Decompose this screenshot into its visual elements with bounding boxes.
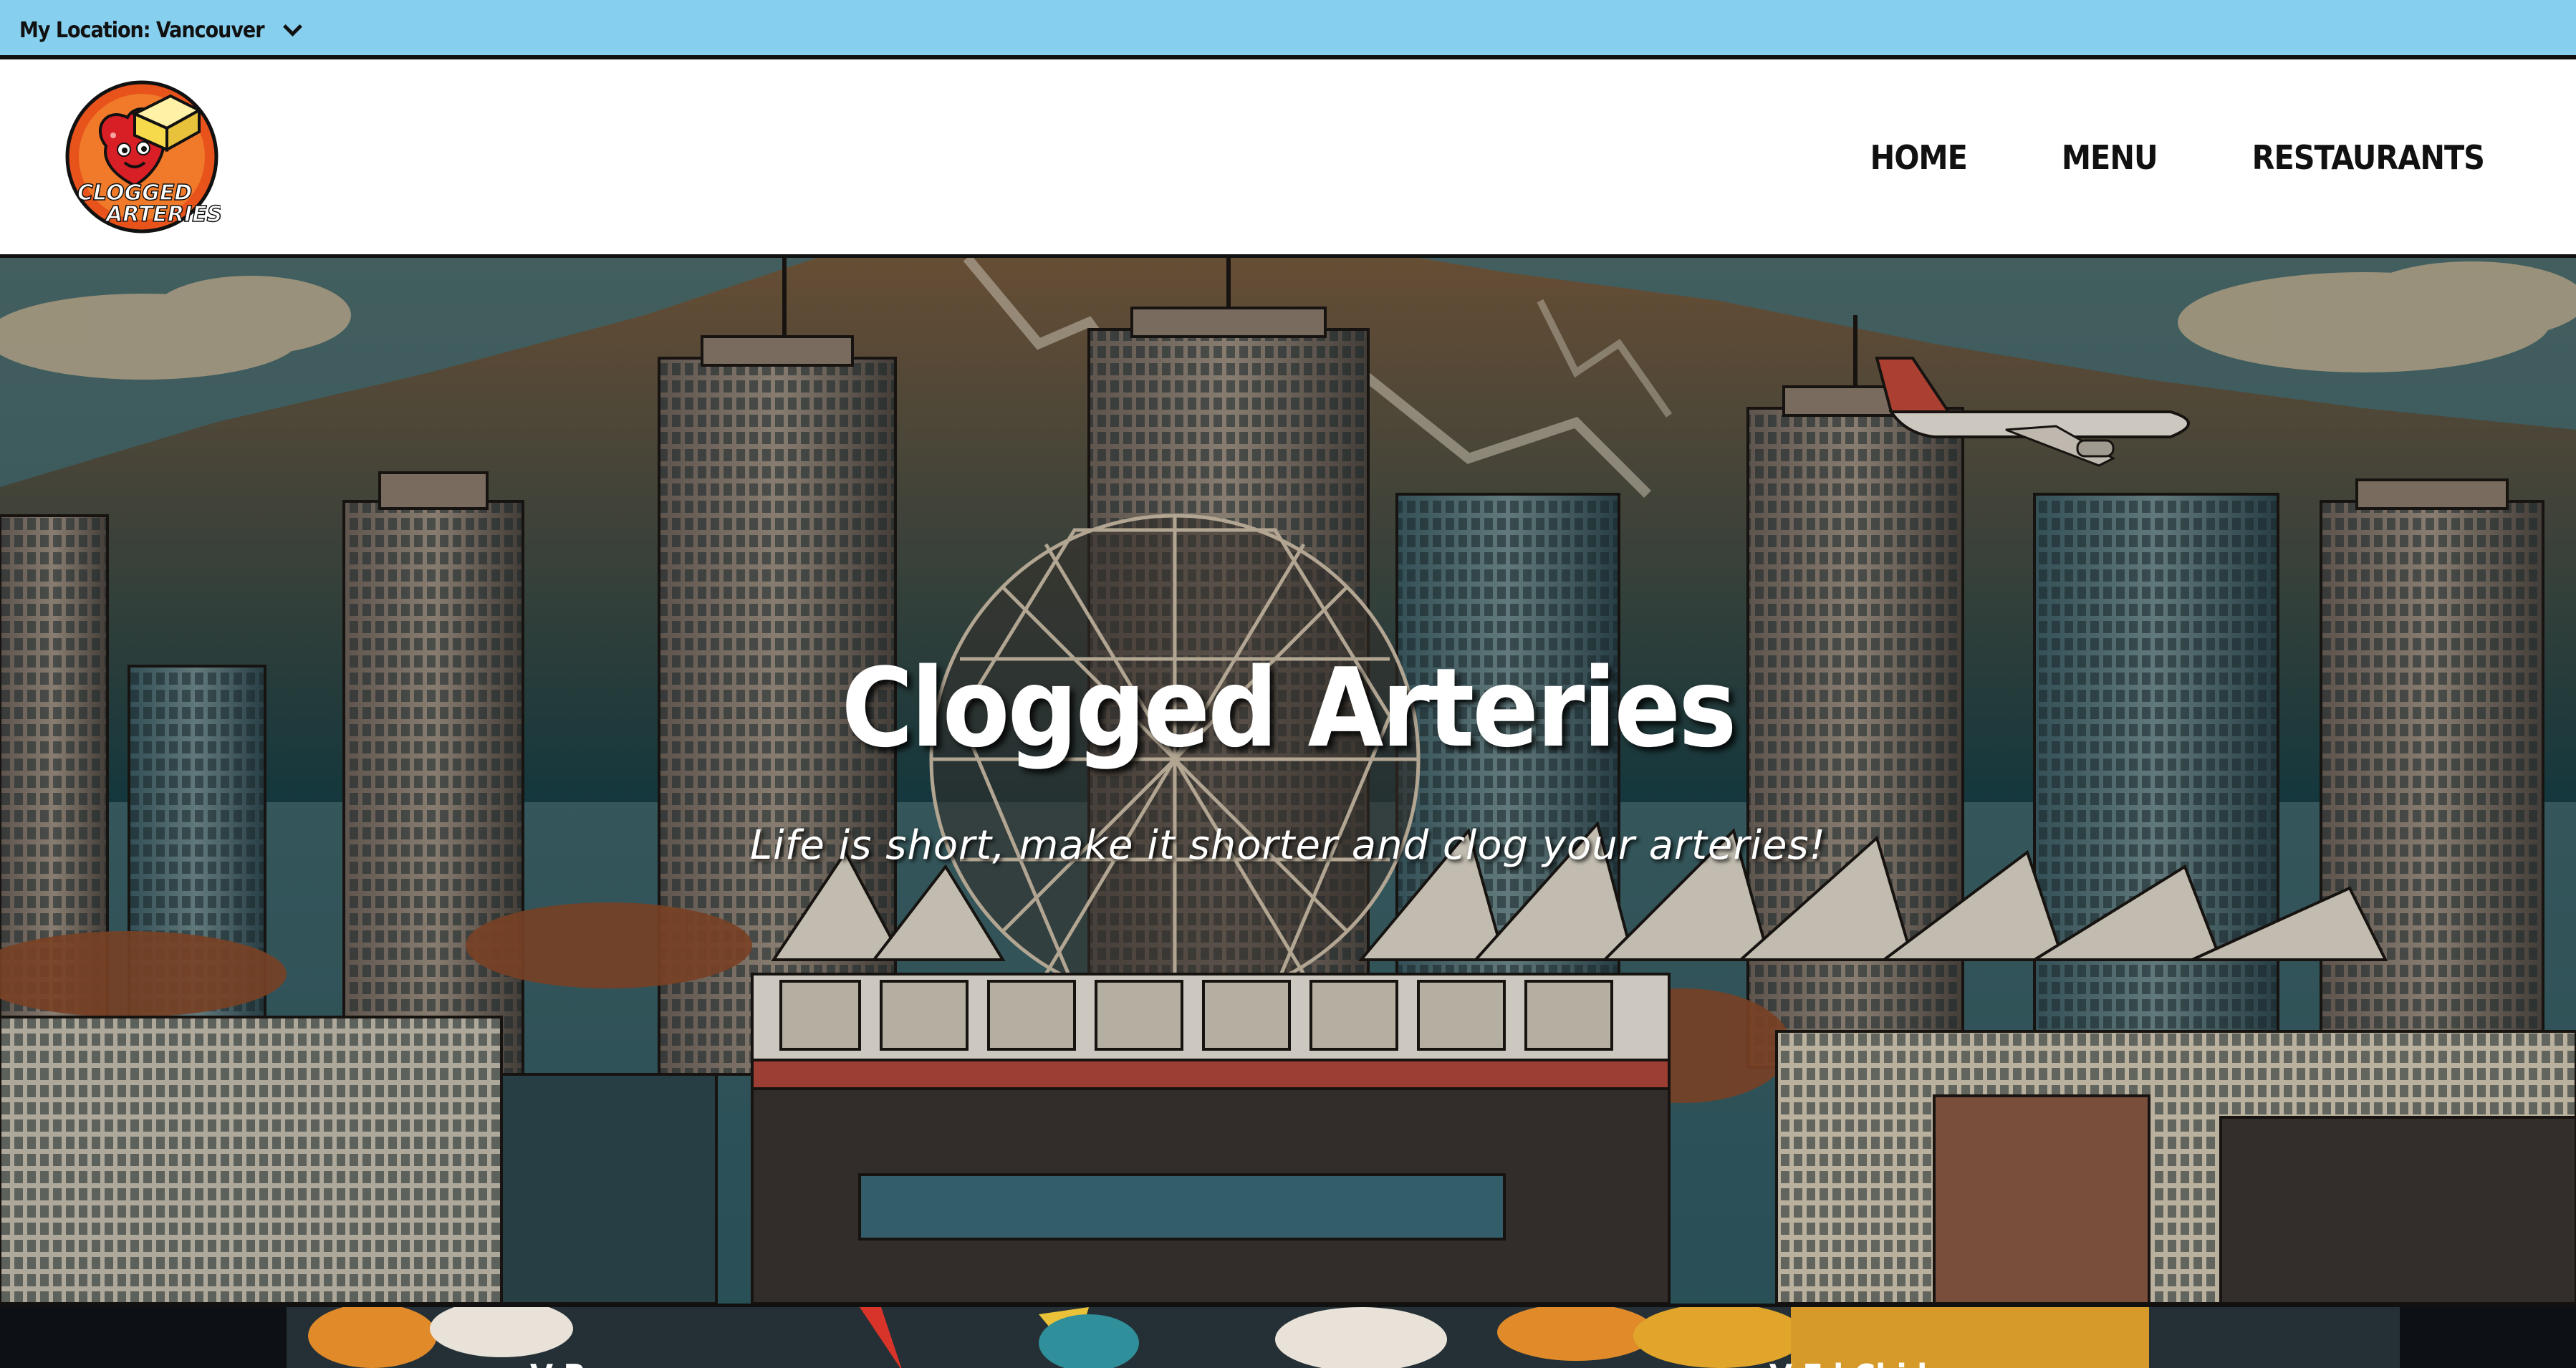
nav-item-menu[interactable]: MENU bbox=[2062, 138, 2158, 177]
hero-tagline: Life is short, make it shorter and clog … bbox=[749, 822, 1827, 869]
location-bar: My Location: Vancouver bbox=[0, 0, 2576, 59]
hero-section: Clogged Arteries Life is short, make it … bbox=[0, 258, 2576, 1304]
site-header: CLOGGED ARTERIES HOME MENU RESTAURANTS bbox=[0, 59, 2576, 258]
location-label: My Location: Vancouver bbox=[19, 17, 265, 43]
featured-section-strip: V B V F l Chi l bbox=[0, 1304, 2576, 1368]
vancouver-skyline-illustration bbox=[0, 258, 2576, 1304]
hero-title: Clogged Arteries bbox=[841, 645, 1736, 771]
section-heading-right: V F l Chi l bbox=[1769, 1357, 1927, 1368]
chevron-down-icon bbox=[282, 16, 302, 37]
section-heading-left: V B bbox=[530, 1357, 586, 1368]
site-logo[interactable]: CLOGGED ARTERIES bbox=[63, 78, 223, 236]
main-nav: HOME MENU RESTAURANTS bbox=[1776, 138, 2485, 177]
clogged-arteries-logo-icon: CLOGGED ARTERIES bbox=[65, 80, 223, 233]
comic-banner-art bbox=[287, 1307, 2400, 1368]
location-selector[interactable]: My Location: Vancouver bbox=[19, 16, 302, 44]
logo-text-line2: ARTERIES bbox=[105, 202, 221, 227]
nav-item-restaurants[interactable]: RESTAURANTS bbox=[2252, 138, 2485, 177]
nav-item-home[interactable]: HOME bbox=[1870, 138, 1968, 177]
